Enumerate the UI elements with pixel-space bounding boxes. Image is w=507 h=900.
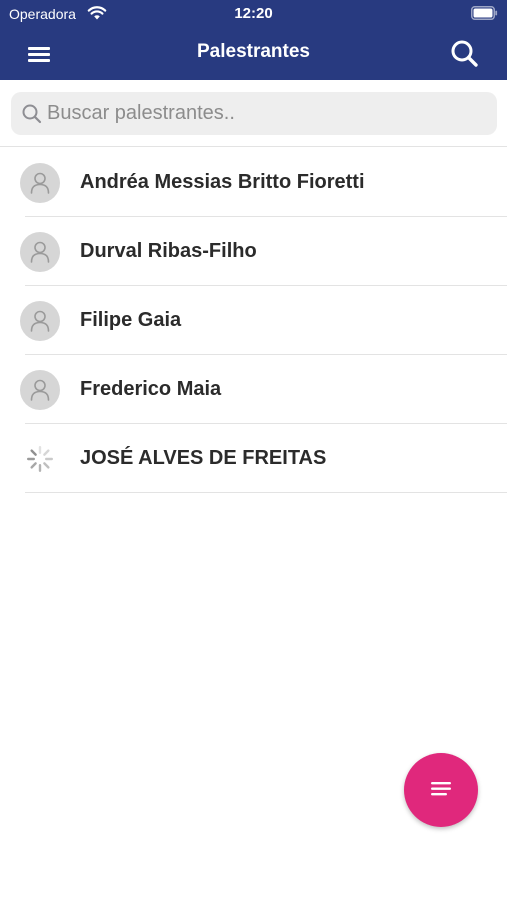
row-divider — [25, 492, 507, 493]
person-placeholder-icon — [20, 232, 60, 272]
speaker-row[interactable]: Frederico Maia — [0, 355, 507, 424]
person-placeholder-icon — [20, 370, 60, 410]
search-field[interactable] — [11, 92, 497, 135]
app-header: Operadora 12:20 Palestrantes — [0, 0, 507, 80]
speaker-row[interactable]: Filipe Gaia — [0, 286, 507, 355]
speaker-row[interactable]: JOSÉ ALVES DE FREITAS — [0, 424, 507, 493]
speakers-screen: Operadora 12:20 Palestrantes Buscar pale… — [0, 0, 507, 900]
speaker-name: Andréa Messias Britto Fioretti — [80, 171, 365, 193]
speaker-list: Andréa Messias Britto Fioretti Durval Rib… — [0, 148, 507, 493]
page-title: Palestrantes — [196, 41, 310, 62]
speaker-row[interactable]: Durval Ribas-Filho — [0, 217, 507, 286]
search-icon — [451, 40, 478, 67]
loading-spinner-icon — [25, 444, 55, 474]
person-placeholder-icon — [20, 301, 60, 341]
search-input[interactable] — [47, 92, 487, 135]
filter-lines-icon — [431, 782, 451, 796]
person-placeholder-icon — [20, 163, 60, 203]
speaker-name: Filipe Gaia — [80, 309, 182, 331]
search-bar — [0, 80, 507, 147]
speaker-row[interactable]: Andréa Messias Britto Fioretti — [0, 148, 507, 217]
status-bar: Operadora 12:20 — [0, 0, 507, 28]
status-time: 12:20 — [234, 5, 273, 22]
nav-bar: Palestrantes — [0, 28, 507, 80]
search-icon — [22, 104, 42, 124]
speaker-name: Durval Ribas-Filho — [80, 240, 257, 262]
battery-icon — [471, 6, 498, 20]
header-search-button[interactable] — [445, 34, 485, 74]
speaker-name: Frederico Maia — [80, 378, 222, 400]
speaker-name: JOSÉ ALVES DE FREITAS — [80, 447, 327, 469]
filter-fab-button[interactable] — [404, 753, 478, 827]
